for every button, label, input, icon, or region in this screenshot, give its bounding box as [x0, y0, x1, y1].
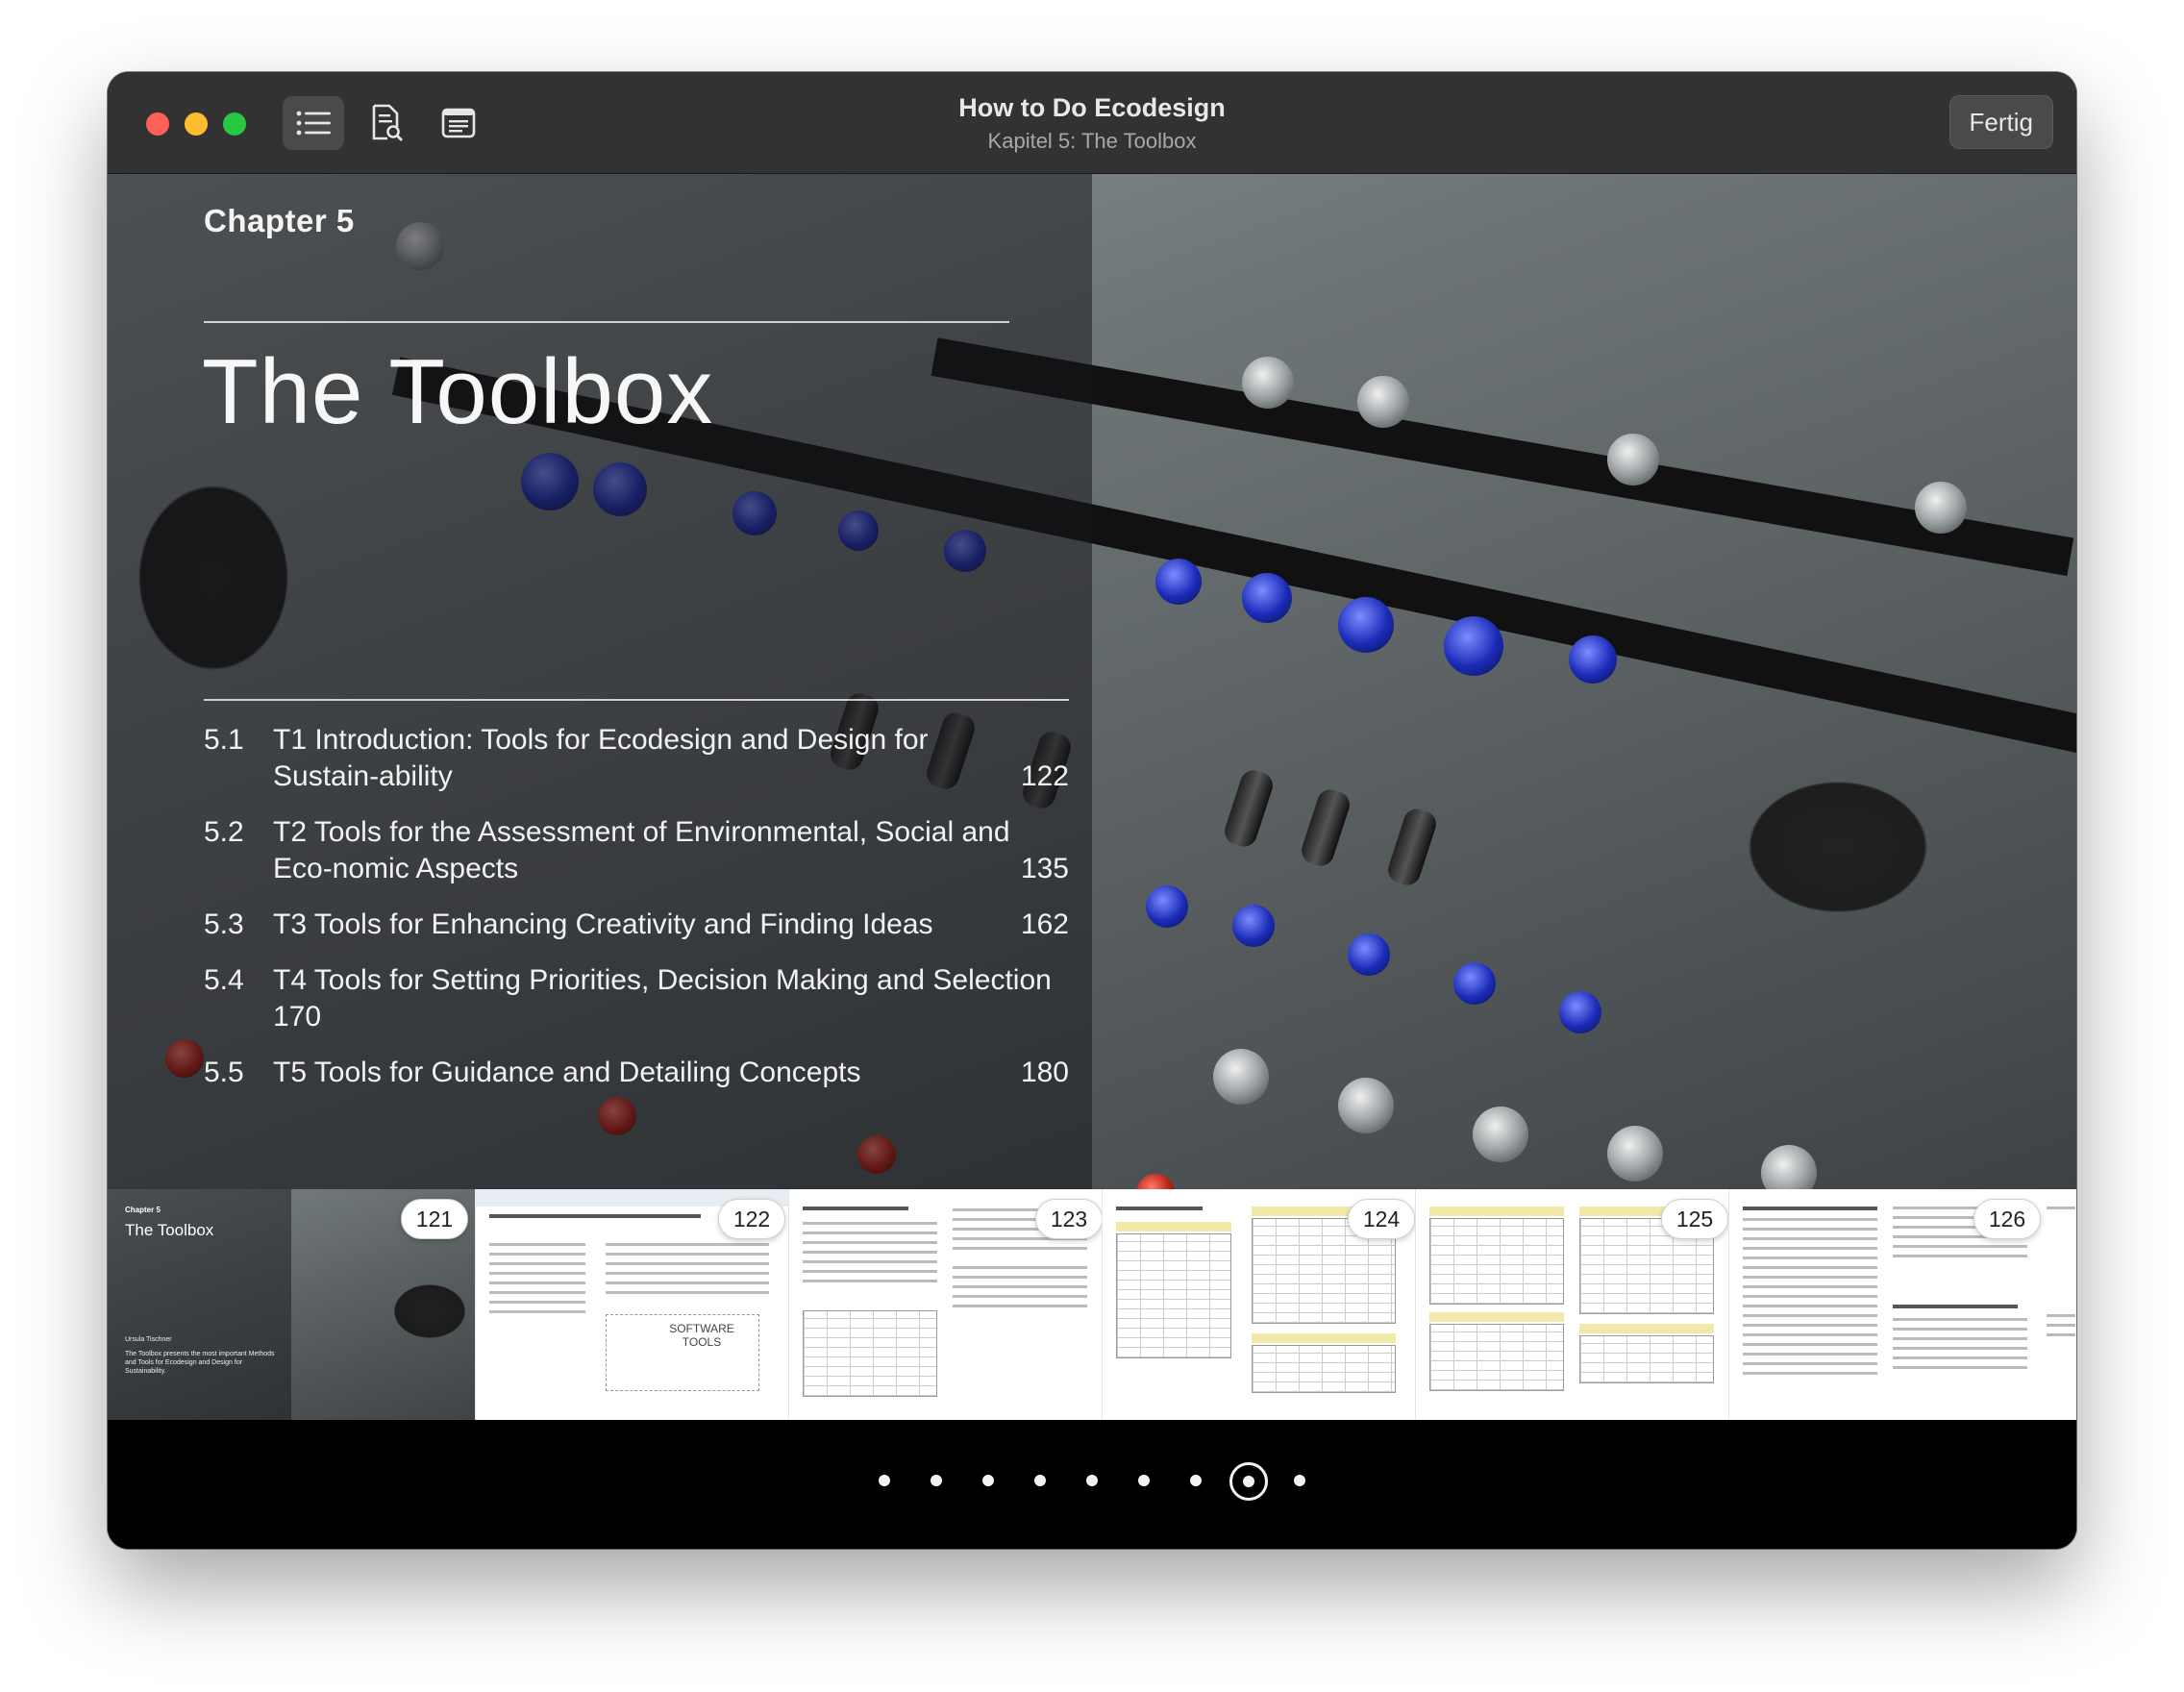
page-number-badge: 126	[1973, 1199, 2041, 1239]
toc-text: T4 Tools for Setting Priorities, Decisio…	[273, 964, 1052, 996]
toc-page-number: 162	[1020, 908, 1069, 940]
page-dot[interactable]	[1034, 1475, 1046, 1486]
book-reader-window: How to Do Ecodesign Kapitel 5: The Toolb…	[108, 72, 2076, 1549]
thumb-blurb: The Toolbox presents the most important …	[125, 1351, 275, 1375]
divider-rule	[204, 699, 1069, 701]
page-indicator	[108, 1420, 2076, 1549]
page-dot[interactable]	[1086, 1475, 1098, 1486]
page-dot[interactable]	[1138, 1475, 1150, 1486]
toc-link[interactable]: 5.3 T3 Tools for Enhancing Creativity an…	[204, 907, 1069, 943]
software-tools-label: SOFTWARE TOOLS	[669, 1322, 734, 1349]
page-dot[interactable]	[1294, 1475, 1305, 1486]
done-button[interactable]: Fertig	[1948, 95, 2053, 149]
book-title: How to Do Ecodesign	[958, 93, 1226, 122]
page-dot[interactable]	[1190, 1475, 1202, 1486]
page-number-badge: 124	[1348, 1199, 1415, 1239]
chapter-toc: 5.1 T1 Introduction: Tools for Ecodesign…	[204, 722, 1069, 1110]
toc-number: 5.4	[204, 964, 244, 996]
page-dot[interactable]	[982, 1475, 994, 1486]
toc-text: T3 Tools for Enhancing Creativity and Fi…	[273, 908, 933, 940]
toc-page-number: 170	[273, 1001, 322, 1033]
page-number-badge: 125	[1661, 1199, 1728, 1239]
toc-page-number: 135	[1020, 853, 1069, 884]
page-number-badge: 122	[718, 1199, 785, 1239]
chapter-title: The Toolbox	[202, 340, 714, 443]
chapter-label: Chapter 5	[204, 203, 355, 238]
page-number-badge: 123	[1035, 1199, 1103, 1239]
title-bar: How to Do Ecodesign Kapitel 5: The Toolb…	[108, 72, 2076, 174]
toc-number: 5.2	[204, 816, 244, 848]
thumb-chapter-label: Chapter 5	[125, 1206, 161, 1214]
toc-number: 5.5	[204, 1057, 244, 1088]
page-spread[interactable]: Chapter 5 The Toolbox 5.1 T1 Introductio…	[108, 174, 2076, 1189]
page-dot[interactable]	[879, 1475, 890, 1486]
window-title-block: How to Do Ecodesign Kapitel 5: The Toolb…	[108, 93, 2076, 154]
page-thumbnail-strip[interactable]: Chapter 5 The Toolbox Ursula Tischner Th…	[108, 1189, 2076, 1420]
toc-link[interactable]: 5.1 T1 Introduction: Tools for Ecodesign…	[204, 722, 1069, 795]
page-dot-current[interactable]	[1229, 1462, 1268, 1501]
toc-link[interactable]: 5.5 T5 Tools for Guidance and Detailing …	[204, 1055, 1069, 1091]
toc-text: T5 Tools for Guidance and Detailing Conc…	[273, 1057, 861, 1088]
toc-text: T2 Tools for the Assessment of Environme…	[273, 816, 1010, 884]
thumb-title: The Toolbox	[125, 1221, 214, 1239]
toc-page-number: 180	[1020, 1057, 1069, 1088]
chapter-subtitle: Kapitel 5: The Toolbox	[987, 129, 1197, 153]
toc-number: 5.1	[204, 724, 244, 756]
thumb-author: Ursula Tischner	[125, 1336, 172, 1343]
toc-number: 5.3	[204, 908, 244, 940]
toc-link[interactable]: 5.2 T2 Tools for the Assessment of Envir…	[204, 814, 1069, 887]
page-dot[interactable]	[931, 1475, 942, 1486]
toc-link[interactable]: 5.4 T4 Tools for Setting Priorities, Dec…	[204, 962, 1069, 1035]
divider-rule	[204, 321, 1009, 323]
toc-text: T1 Introduction: Tools for Ecodesign and…	[273, 724, 929, 792]
page-number-badge: 121	[401, 1199, 468, 1239]
toc-page-number: 122	[1020, 760, 1069, 792]
